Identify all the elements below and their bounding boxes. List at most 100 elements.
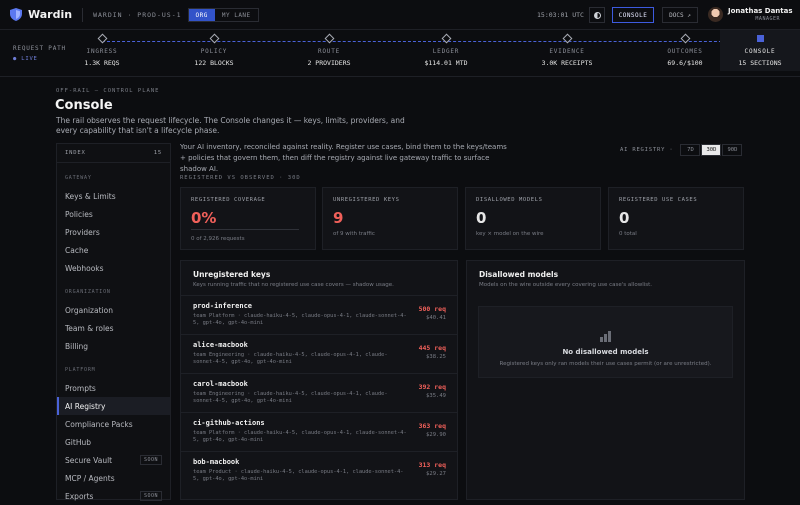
list-item[interactable]: prod-inference team Platform · claude-ha… [181,295,458,334]
live-indicator: ● LIVE [13,56,38,62]
card-sub: of 9 with traffic [333,231,375,237]
key-requests: 392 req [418,383,446,391]
sidebar-item-prompts[interactable]: Prompts [57,379,170,397]
stage-value: 122 BLOCKS [194,59,234,67]
stage-value: 3.0K RECEIPTS [541,59,593,67]
sidebar-item-label: Organization [65,305,113,315]
list-item[interactable]: alice-macbook team Engineering · claude-… [181,334,458,373]
console-button[interactable]: CONSOLE [612,7,654,23]
sidebar-item-label: MCP / Agents [65,473,115,483]
key-cost: $29.90 [426,432,446,438]
key-requests: 445 req [418,344,446,352]
stage-ingress[interactable]: INGRESS 1.3K REQS [57,33,147,67]
range-label: AI REGISTRY · [620,147,674,153]
card-registered-coverage: REGISTERED COVERAGE 0% 0 of 2,926 reques… [180,187,316,250]
range-90d-button[interactable]: 90D [722,144,743,156]
key-meta: team Platform · claude-haiku-4-5, claude… [193,430,407,443]
sidebar-item-label: Team & roles [65,323,114,333]
soon-badge: SOON [139,455,162,465]
page-title: Console [55,98,113,113]
stage-name: POLICY [200,48,228,55]
shield-icon [10,8,22,21]
sidebar-item-label: Keys & Limits [65,191,116,201]
page-eyebrow: OFF-RAIL — CONTROL PLANE [56,88,160,94]
stage-console[interactable]: CONSOLE 15 SECTIONS [720,30,800,71]
user-name[interactable]: Jonathas Dantas [728,7,793,15]
key-meta: team Engineering · claude-haiku-4-5, cla… [193,391,388,404]
sidebar-item-team-roles[interactable]: Team & roles [57,319,170,337]
stage-ledger[interactable]: LEDGER $114.01 MTD [401,33,491,67]
card-disallowed-models: DISALLOWED MODELS 0 key × model on the w… [465,187,601,250]
sidebar-item-label: Providers [65,227,100,237]
scope-option-my-lane[interactable]: MY LANE [215,9,258,21]
sidebar-item-label: Prompts [65,383,96,393]
diamond-icon [209,33,219,44]
card-value: 0 [619,209,630,227]
sidebar-item-providers[interactable]: Providers [57,223,170,241]
card-label: UNREGISTERED KEYS [333,197,400,203]
stage-name: INGRESS [86,48,118,55]
panel-title: Unregistered keys [193,270,271,279]
sidebar-item-secure-vault[interactable]: Secure Vault SOON [57,451,170,469]
scope-option-org[interactable]: ORG [188,8,215,21]
docs-button[interactable]: DOCS ↗ [662,7,698,23]
panel-subtitle: Models on the wire outside every coverin… [479,282,653,288]
sidebar-item-policies[interactable]: Policies [57,205,170,223]
disallowed-models-panel: Disallowed models Models on the wire out… [466,260,745,500]
nav-group-label: PLATFORM [65,367,96,373]
diamond-icon [324,33,334,44]
stage-policy[interactable]: POLICY 122 BLOCKS [169,33,259,67]
key-cost: $38.25 [426,354,446,360]
key-meta: team Engineering · claude-haiku-4-5, cla… [193,352,388,365]
app-name: Wardin [28,8,73,21]
sidebar-item-label: Compliance Packs [65,419,133,429]
sidebar-item-github[interactable]: GitHub [57,433,170,451]
stage-outcomes[interactable]: OUTCOMES 69.6/$100 [640,33,730,67]
stage-value: 15 SECTIONS [738,59,782,67]
card-label: REGISTERED COVERAGE [191,197,266,203]
sidebar-item-ai-registry[interactable]: AI Registry [57,397,170,415]
sidebar-item-webhooks[interactable]: Webhooks [57,259,170,277]
list-item[interactable]: carol-macbook team Engineering · claude-… [181,373,458,412]
sidebar-item-label: Policies [65,209,93,219]
bar-chart-icon [599,331,612,342]
diamond-icon [441,33,451,44]
card-value: 0 [476,209,487,227]
card-unregistered-keys: UNREGISTERED KEYS 9 of 9 with traffic [322,187,458,250]
index-header: INDEX 15 [57,144,170,163]
panel-title: Disallowed models [479,270,559,279]
sidebar-item-label: Cache [65,245,89,255]
avatar[interactable] [708,7,723,22]
theme-toggle-button[interactable] [589,7,605,23]
stage-value: 1.3K REQS [84,59,120,67]
sidebar-item-compliance-packs[interactable]: Compliance Packs [57,415,170,433]
list-item[interactable]: bob-macbook team Product · claude-haiku-… [181,451,458,490]
range-30d-button[interactable]: 30D [701,144,722,156]
card-label: REGISTERED USE CASES [619,197,698,203]
contrast-icon [593,11,601,19]
stage-evidence[interactable]: EVIDENCE 3.0K RECEIPTS [522,33,612,67]
stage-name: CONSOLE [744,48,776,55]
index-label: INDEX [65,150,86,156]
sidebar-item-organization[interactable]: Organization [57,301,170,319]
card-sub: key × model on the wire [476,231,544,237]
sidebar-item-cache[interactable]: Cache [57,241,170,259]
key-requests: 313 req [418,461,446,469]
key-cost: $29.27 [426,471,446,477]
sidebar-item-exports[interactable]: Exports SOON [57,487,170,505]
breadcrumb: WARDIN · PROD-US-1 [93,10,182,19]
sidebar-item-billing[interactable]: Billing [57,337,170,355]
stage-route[interactable]: ROUTE 2 PROVIDERS [284,33,374,67]
sidebar-item-label: Billing [65,341,88,351]
stage-value: 2 PROVIDERS [307,59,351,67]
square-icon [756,35,764,42]
key-requests: 500 req [418,305,446,313]
app-logo[interactable]: Wardin [10,8,72,21]
list-item[interactable]: ci-github-actions team Platform · claude… [181,412,458,451]
index-count: 15 [153,150,162,156]
sidebar-item-keys-limits[interactable]: Keys & Limits [57,187,170,205]
range-7d-button[interactable]: 7D [680,144,701,156]
key-name: prod-inference [193,302,253,310]
user-role: MANAGER [755,16,780,22]
sidebar-item-mcp-agents[interactable]: MCP / Agents [57,469,170,487]
